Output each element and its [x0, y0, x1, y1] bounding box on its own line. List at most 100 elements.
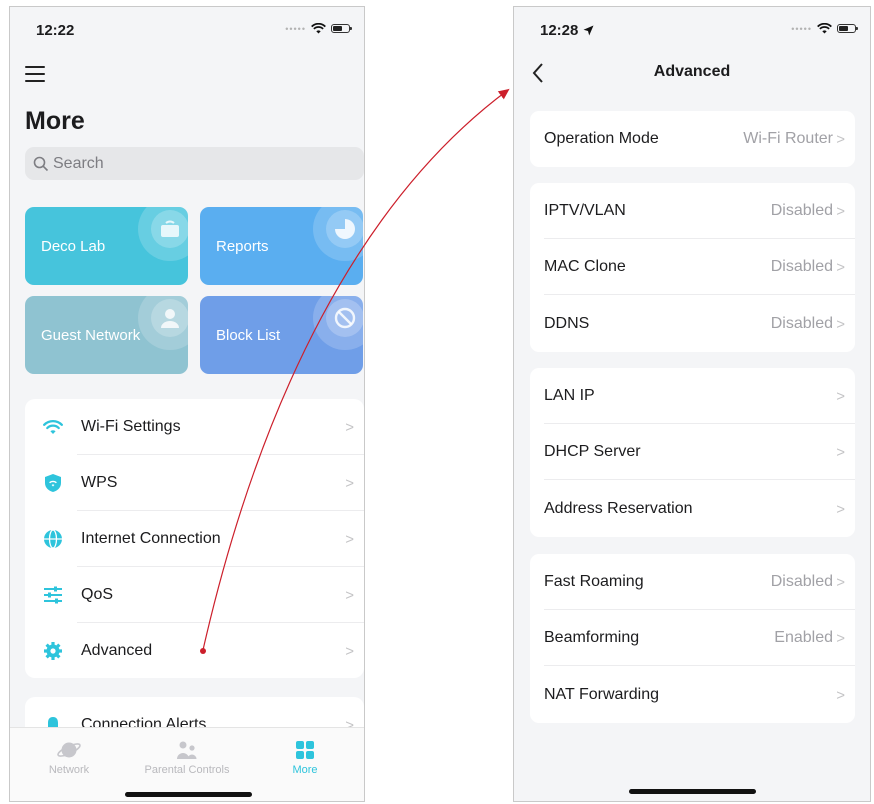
tile-label: Deco Lab	[41, 238, 106, 255]
more-screen: 12:22 ••••• More Search Deco Lab Reports…	[9, 6, 365, 802]
status-time: 12:22	[36, 22, 75, 39]
planet-icon	[10, 736, 128, 764]
row-value: Disabled	[770, 258, 833, 275]
shield-wifi-icon	[25, 473, 81, 493]
row-iptv-vlan[interactable]: IPTV/VLAN Disabled >	[530, 183, 855, 239]
signal-icon: •••••	[285, 23, 306, 34]
pie-chart-icon	[313, 207, 363, 261]
list-item-wifi-settings[interactable]: Wi-Fi Settings >	[25, 399, 364, 455]
tile-block-list[interactable]: Block List	[200, 296, 363, 374]
row-address-reservation[interactable]: Address Reservation >	[530, 481, 855, 537]
row-label: DDNS	[544, 315, 590, 332]
chevron-right-icon: >	[836, 629, 845, 647]
advanced-screen: 12:28 ••••• Advanced Operation Mode Wi-F…	[513, 6, 871, 802]
row-label: NAT Forwarding	[544, 686, 659, 703]
row-value: Disabled	[770, 573, 833, 590]
search-input[interactable]: Search	[25, 147, 364, 180]
page-title: More	[25, 107, 85, 135]
row-mac-clone[interactable]: MAC Clone Disabled >	[530, 239, 855, 295]
row-label: Operation Mode	[544, 130, 659, 147]
list-item-qos[interactable]: QoS >	[25, 567, 364, 623]
tile-label: Reports	[216, 238, 269, 255]
chevron-right-icon: >	[836, 573, 845, 591]
list-item-label: Advanced	[81, 642, 153, 659]
tile-label: Guest Network	[41, 327, 141, 344]
status-bar: 12:28 •••••	[514, 7, 870, 53]
grid-icon	[246, 736, 364, 764]
row-label: IPTV/VLAN	[544, 202, 626, 219]
list-item-advanced[interactable]: Advanced >	[25, 623, 364, 679]
list-item-wps[interactable]: WPS >	[25, 455, 364, 511]
list-item-label: Wi-Fi Settings	[81, 418, 181, 435]
row-ddns[interactable]: DDNS Disabled >	[530, 296, 855, 352]
wifi-icon	[25, 419, 81, 435]
home-indicator	[125, 792, 252, 797]
chevron-right-icon: >	[836, 500, 845, 518]
home-indicator	[629, 789, 756, 794]
row-label: Address Reservation	[544, 500, 693, 517]
settings-group-lan: LAN IP > DHCP Server > Address Reservati…	[530, 368, 855, 537]
block-icon	[313, 296, 363, 350]
list-item-label: Internet Connection	[81, 530, 221, 547]
row-value: Disabled	[770, 202, 833, 219]
chevron-right-icon: >	[836, 202, 845, 220]
guest-user-icon	[138, 296, 188, 350]
family-icon	[128, 736, 246, 764]
tile-guest-network[interactable]: Guest Network	[25, 296, 188, 374]
signal-icon: •••••	[791, 23, 812, 34]
sliders-icon	[25, 586, 81, 604]
row-value: Wi-Fi Router	[743, 130, 833, 147]
chevron-right-icon: >	[836, 130, 845, 148]
chevron-right-icon: >	[836, 443, 845, 461]
tile-deco-lab[interactable]: Deco Lab	[25, 207, 188, 285]
gear-icon	[25, 641, 81, 661]
tab-network[interactable]: Network	[10, 736, 128, 776]
list-item-label: WPS	[81, 474, 118, 491]
tab-label: More	[292, 764, 318, 776]
system-icons: •••••	[791, 23, 858, 34]
chevron-right-icon: >	[345, 530, 354, 548]
row-lan-ip[interactable]: LAN IP >	[530, 368, 855, 424]
chevron-right-icon: >	[345, 474, 354, 492]
globe-icon	[25, 529, 81, 549]
tab-label: Network	[48, 764, 90, 776]
list-item-label: QoS	[81, 586, 114, 603]
row-operation-mode[interactable]: Operation Mode Wi-Fi Router >	[530, 111, 855, 167]
wifi-status-icon	[311, 23, 326, 34]
settings-group-wireless: Fast Roaming Disabled > Beamforming Enab…	[530, 554, 855, 723]
wifi-status-icon	[817, 23, 832, 34]
status-time: 12:28	[540, 22, 594, 39]
router-icon	[138, 207, 188, 261]
chevron-right-icon: >	[836, 387, 845, 405]
row-label: DHCP Server	[544, 443, 641, 460]
tab-parental-controls[interactable]: Parental Controls	[128, 736, 246, 776]
list-item-internet-connection[interactable]: Internet Connection >	[25, 511, 364, 567]
row-label: MAC Clone	[544, 258, 626, 275]
row-beamforming[interactable]: Beamforming Enabled >	[530, 610, 855, 666]
settings-list: Wi-Fi Settings > WPS > Internet Connecti…	[25, 399, 364, 678]
status-bar: 12:22 •••••	[10, 7, 364, 53]
row-fast-roaming[interactable]: Fast Roaming Disabled >	[530, 554, 855, 610]
row-label: Fast Roaming	[544, 573, 644, 590]
chevron-right-icon: >	[345, 586, 354, 604]
search-placeholder: Search	[53, 154, 104, 172]
chevron-right-icon: >	[836, 258, 845, 276]
tile-reports[interactable]: Reports	[200, 207, 363, 285]
tab-label: Parental Controls	[144, 764, 230, 776]
chevron-right-icon: >	[836, 315, 845, 333]
tab-more[interactable]: More	[246, 736, 364, 776]
search-icon	[33, 156, 49, 172]
system-icons: •••••	[285, 23, 352, 34]
chevron-right-icon: >	[836, 686, 845, 704]
row-nat-forwarding[interactable]: NAT Forwarding >	[530, 667, 855, 723]
hamburger-menu-icon[interactable]	[25, 66, 45, 82]
battery-icon	[837, 24, 858, 33]
row-value: Enabled	[774, 629, 833, 646]
chevron-right-icon: >	[345, 642, 354, 660]
page-title: Advanced	[653, 63, 731, 80]
battery-icon	[331, 24, 352, 33]
row-dhcp-server[interactable]: DHCP Server >	[530, 424, 855, 480]
row-label: Beamforming	[544, 629, 640, 646]
location-arrow-icon	[583, 25, 594, 36]
settings-group-network: IPTV/VLAN Disabled > MAC Clone Disabled …	[530, 183, 855, 352]
